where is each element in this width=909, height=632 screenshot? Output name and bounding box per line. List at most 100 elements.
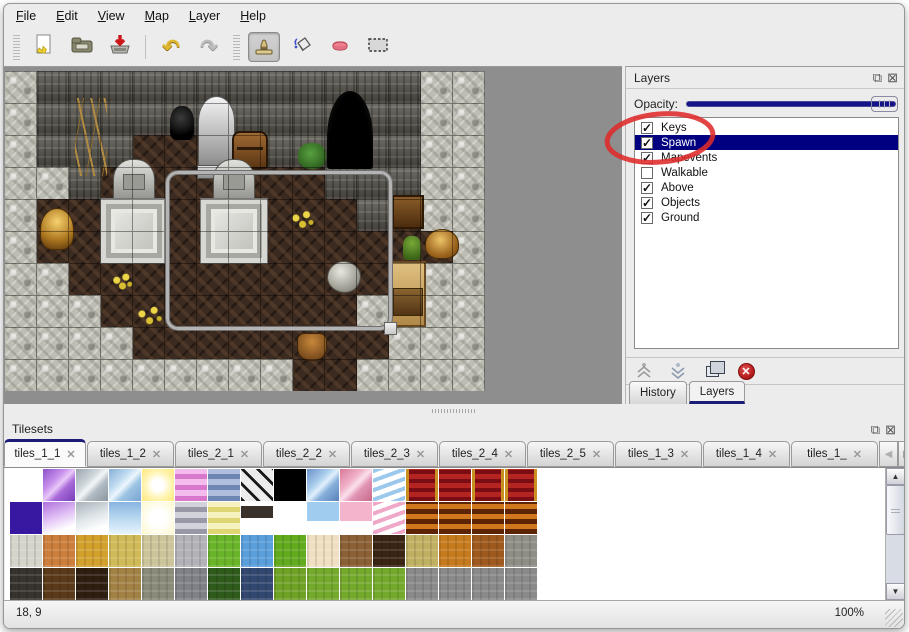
tileset-tab-tiles_2_3[interactable]: tiles_2_3✕ — [351, 441, 438, 467]
tileset-tile[interactable] — [340, 535, 372, 567]
tileset-tile[interactable] — [175, 535, 207, 567]
close-tab-icon[interactable]: ✕ — [680, 448, 689, 461]
scroll-thumb[interactable] — [886, 485, 905, 535]
raise-layer-button[interactable] — [634, 361, 654, 381]
tileset-tile[interactable] — [406, 535, 438, 567]
opacity-slider-track[interactable] — [686, 101, 896, 107]
close-tab-icon[interactable]: ✕ — [504, 448, 513, 461]
stamp-tool-button[interactable] — [248, 32, 280, 62]
scroll-tabs-right-button[interactable]: ▶ — [898, 441, 905, 467]
splitter-grip[interactable] — [432, 409, 476, 413]
tileset-scrollbar[interactable]: ▲ ▼ — [885, 468, 904, 600]
tileset-tile[interactable] — [340, 502, 372, 534]
tileset-tile[interactable] — [505, 568, 537, 600]
tileset-tile[interactable] — [373, 535, 405, 567]
menu-edit[interactable]: Edit — [56, 9, 78, 23]
tileset-tile[interactable] — [241, 469, 273, 501]
close-tab-icon[interactable]: ✕ — [768, 448, 777, 461]
layer-row-spawn[interactable]: ✓Spawn — [635, 135, 898, 150]
toolbar-grip-2[interactable] — [233, 34, 240, 60]
new-file-button[interactable] — [28, 32, 60, 62]
tileset-grid[interactable] — [5, 468, 885, 600]
tileset-tile[interactable] — [373, 502, 405, 534]
tileset-tile[interactable] — [109, 502, 141, 534]
tileset-tile[interactable] — [208, 535, 240, 567]
tileset-tile[interactable] — [142, 535, 174, 567]
tileset-tile[interactable] — [472, 535, 504, 567]
duplicate-layer-button[interactable] — [702, 361, 722, 381]
tileset-tile[interactable] — [241, 535, 273, 567]
layer-row-mapevents[interactable]: ✓Mapevents — [635, 150, 898, 165]
redo-button[interactable]: ↷ — [193, 32, 225, 62]
eraser-tool-button[interactable] — [324, 32, 356, 62]
tileset-tile[interactable] — [109, 568, 141, 600]
tileset-tile[interactable] — [406, 568, 438, 600]
tileset-tab-tiles_1_3[interactable]: tiles_1_3✕ — [615, 441, 702, 467]
layer-list[interactable]: ✓Keys✓Spawn✓MapeventsWalkable✓Above✓Obje… — [634, 117, 899, 349]
close-tab-icon[interactable]: ✕ — [592, 448, 601, 461]
undo-button[interactable]: ↶ — [155, 32, 187, 62]
layer-checkbox-keys[interactable]: ✓ — [641, 122, 653, 134]
tileset-tile[interactable] — [307, 469, 339, 501]
menu-view[interactable]: View — [98, 9, 125, 23]
fill-tool-button[interactable] — [286, 32, 318, 62]
lower-layer-button[interactable] — [668, 361, 688, 381]
tileset-tile[interactable] — [439, 535, 471, 567]
tileset-tile[interactable] — [472, 502, 504, 534]
tileset-tile[interactable] — [76, 535, 108, 567]
tab-history[interactable]: History — [629, 381, 687, 404]
layer-checkbox-spawn[interactable]: ✓ — [641, 137, 653, 149]
tileset-tile[interactable] — [406, 502, 438, 534]
opacity-slider-handle[interactable] — [871, 96, 898, 112]
layer-row-ground[interactable]: ✓Ground — [635, 210, 898, 225]
tileset-tile[interactable] — [142, 568, 174, 600]
map-canvas[interactable] — [5, 71, 485, 391]
layer-checkbox-above[interactable]: ✓ — [641, 182, 653, 194]
tileset-tile[interactable] — [76, 502, 108, 534]
tileset-tile[interactable] — [175, 502, 207, 534]
tileset-tile[interactable] — [406, 469, 438, 501]
layers-panel-float-icon[interactable]: ⧉ — [873, 71, 882, 84]
tileset-tile[interactable] — [274, 568, 306, 600]
tileset-tile[interactable] — [439, 568, 471, 600]
select-tool-button[interactable] — [362, 32, 394, 62]
tileset-tile[interactable] — [10, 469, 42, 501]
tileset-tile[interactable] — [373, 469, 405, 501]
toolbar-grip[interactable] — [13, 34, 20, 60]
tileset-tile[interactable] — [439, 502, 471, 534]
tilesets-panel-close-icon[interactable]: ⊠ — [885, 423, 896, 436]
selection-resize-handle[interactable] — [384, 322, 397, 335]
tileset-tab-tiles_1_[interactable]: tiles_1_✕ — [791, 441, 878, 467]
save-file-button[interactable] — [104, 32, 136, 62]
menu-layer[interactable]: Layer — [189, 9, 220, 23]
tileset-tile[interactable] — [43, 535, 75, 567]
tileset-tab-tiles_2_4[interactable]: tiles_2_4✕ — [439, 441, 526, 467]
tileset-tab-tiles_2_2[interactable]: tiles_2_2✕ — [263, 441, 350, 467]
tileset-tile[interactable] — [175, 469, 207, 501]
menu-help[interactable]: Help — [240, 9, 266, 23]
close-tab-icon[interactable]: ✕ — [66, 448, 75, 461]
map-selection[interactable] — [166, 171, 392, 330]
close-tab-icon[interactable]: ✕ — [240, 448, 249, 461]
tileset-tile[interactable] — [472, 568, 504, 600]
tileset-tile[interactable] — [307, 535, 339, 567]
layer-row-above[interactable]: ✓Above — [635, 180, 898, 195]
tileset-tile[interactable] — [76, 469, 108, 501]
tileset-tile[interactable] — [274, 469, 306, 501]
tileset-tile[interactable] — [175, 568, 207, 600]
horizontal-splitter[interactable] — [4, 404, 904, 418]
tileset-tile[interactable] — [10, 502, 42, 534]
tileset-tab-tiles_1_4[interactable]: tiles_1_4✕ — [703, 441, 790, 467]
tileset-tile[interactable] — [43, 568, 75, 600]
layer-row-objects[interactable]: ✓Objects — [635, 195, 898, 210]
layer-checkbox-walkable[interactable] — [641, 167, 653, 179]
tileset-tile[interactable] — [472, 469, 504, 501]
tileset-tile[interactable] — [241, 502, 273, 534]
opacity-slider[interactable] — [686, 95, 898, 113]
tileset-tile[interactable] — [76, 568, 108, 600]
tileset-tile[interactable] — [43, 502, 75, 534]
tileset-tile[interactable] — [109, 535, 141, 567]
tileset-tile[interactable] — [505, 502, 537, 534]
close-tab-icon[interactable]: ✕ — [328, 448, 337, 461]
open-file-button[interactable] — [66, 32, 98, 62]
